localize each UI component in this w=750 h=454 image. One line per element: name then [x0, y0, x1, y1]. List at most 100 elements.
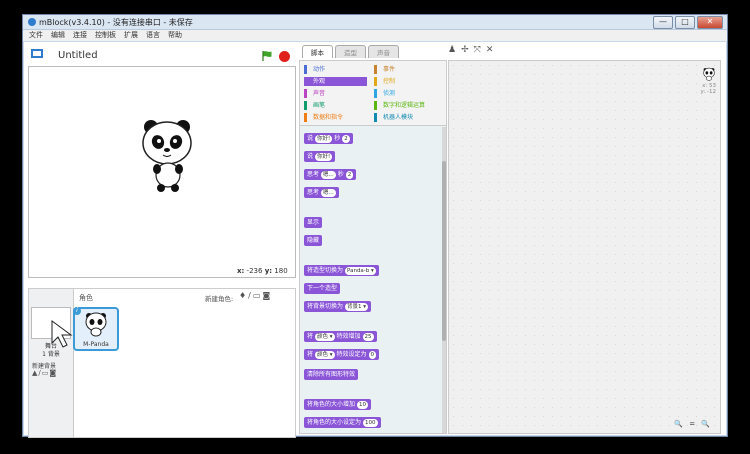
block-text: 将 [307, 333, 314, 340]
sprite-card[interactable]: i M-Panda [73, 307, 119, 351]
block-input[interactable]: 嗯... [321, 170, 336, 179]
block-number-input[interactable]: 0 [368, 350, 377, 359]
tab-costumes[interactable]: 造型 [335, 45, 366, 58]
project-title[interactable]: Untitled [58, 50, 98, 61]
sprite-name: M-Panda [83, 341, 109, 348]
block-input[interactable]: 颜色 ▾ [315, 350, 335, 359]
stage-canvas[interactable] [28, 66, 296, 278]
block-text: 思考 [307, 189, 320, 196]
upload-sprite-icon[interactable]: ▭ [253, 291, 263, 300]
sprite-pane: 舞台 1 背景 新建背景 ▲/▭◙ 角色 新建角色: ♦/▭◙ i M-Pand… [28, 288, 296, 438]
block-text: 显示 [307, 219, 320, 226]
block-text: 特效增加 [336, 333, 361, 340]
new-sprite-icons: ♦/▭◙ [239, 291, 272, 300]
looks-block[interactable]: 下一个造型 [304, 283, 341, 294]
looks-block[interactable]: 清除所有图形特效 [304, 369, 359, 380]
block-input[interactable]: 嗯... [321, 188, 336, 197]
category-item[interactable]: 数字和逻辑运算 [374, 101, 425, 110]
looks-block[interactable]: 思考 嗯... [304, 187, 339, 198]
category-item[interactable]: 数据和指令 [304, 113, 343, 122]
info-icon[interactable]: i [73, 307, 81, 315]
looks-block[interactable]: 将角色的大小设定为 100 [304, 417, 381, 428]
fullscreen-icon[interactable] [31, 49, 43, 58]
minimize-button[interactable]: — [653, 16, 673, 29]
block-input[interactable]: Panda-b ▾ [345, 266, 376, 275]
block-input[interactable]: 你好! [315, 152, 333, 161]
script-area[interactable]: x: 53 y: -12 🔍 = 🔍 [448, 60, 721, 434]
stop-icon[interactable] [279, 51, 290, 62]
category-item[interactable]: 机器人模块 [374, 113, 413, 122]
category-list: 动作 事件 外观 控制声音 侦测画笔 数字和逻辑运算数据和指令 机器人模块 [300, 61, 446, 126]
current-sprite-info: x: 53 y: -12 [698, 67, 716, 101]
block-number-input[interactable]: 100 [363, 418, 378, 427]
maximize-button[interactable]: □ [675, 16, 695, 29]
palette-scrollbar[interactable] [442, 127, 446, 433]
camera-icon[interactable]: ◙ [49, 369, 57, 377]
block-text: 说 [307, 153, 314, 160]
main-content: Untitled x: -236 y: 180 舞台 1 背景 新建背景 ▲/▭… [24, 42, 726, 438]
y-label: y: [264, 267, 273, 275]
block-text: 将背景切换为 [307, 303, 344, 310]
close-button[interactable]: ✕ [697, 16, 723, 29]
stamp-icon[interactable]: ♟ [448, 45, 461, 55]
block-number-input[interactable]: 10 [357, 400, 369, 409]
shrink-icon[interactable]: ✕ [486, 45, 499, 55]
cut-icon[interactable]: ✢ [461, 45, 474, 55]
camera-sprite-icon[interactable]: ◙ [262, 291, 272, 300]
tab-scripts[interactable]: 脚本 [302, 45, 333, 58]
stage-coordinates: x: -236 y: 180 [237, 267, 288, 275]
block-number-input[interactable]: 2 [342, 134, 350, 143]
looks-block[interactable]: 将背景切换为 背景1 ▾ [304, 301, 372, 312]
block-text: 将 [307, 351, 314, 358]
block-number-input[interactable]: 25 [362, 332, 374, 341]
grow-icon[interactable]: ⤧ [474, 45, 486, 55]
panda-sprite-icon[interactable] [137, 117, 197, 195]
menu-language[interactable]: 语言 [146, 30, 160, 41]
menu-extensions[interactable]: 扩展 [124, 30, 138, 41]
category-item[interactable]: 外观 [304, 77, 367, 86]
stage-column: 舞台 1 背景 新建背景 ▲/▭◙ [29, 289, 74, 437]
sprite-library-icon[interactable]: ♦ [239, 291, 248, 300]
menu-help[interactable]: 帮助 [168, 30, 182, 41]
block-input[interactable]: 颜色 ▾ [315, 332, 335, 341]
looks-block[interactable]: 隐藏 [304, 235, 323, 246]
x-value: -236 [246, 267, 263, 275]
menu-board[interactable]: 控制板 [95, 30, 116, 41]
menu-file[interactable]: 文件 [29, 30, 43, 41]
category-item[interactable]: 控制 [374, 77, 395, 86]
looks-block[interactable]: 将颜色 ▾ 特效设定为 0 [304, 349, 380, 360]
block-number-input[interactable]: 2 [345, 170, 354, 179]
new-sprite-label: 新建角色: [205, 295, 234, 303]
looks-block[interactable]: 思考 嗯... 秒 2 [304, 169, 357, 180]
tab-sounds[interactable]: 声音 [368, 45, 399, 58]
block-input[interactable]: 你好! [315, 134, 333, 143]
category-item[interactable]: 侦测 [374, 89, 395, 98]
window-title: mBlock(v3.4.10) - 没有连接串口 - 未保存 [39, 18, 193, 27]
mouse-cursor-icon [51, 320, 73, 348]
zoom-controls[interactable]: 🔍 = 🔍 [674, 420, 712, 428]
app-window: mBlock(v3.4.10) - 没有连接串口 - 未保存 — □ ✕ 文件 … [22, 14, 728, 438]
menu-bar: 文件 编辑 连接 控制板 扩展 语言 帮助 [23, 30, 727, 41]
menu-edit[interactable]: 编辑 [51, 30, 65, 41]
sprite-y: y: -12 [700, 89, 716, 95]
sprite-tools: ♟✢⤧✕ [448, 45, 498, 55]
green-flag-icon[interactable] [261, 50, 273, 62]
category-item[interactable]: 动作 [304, 65, 325, 74]
looks-block[interactable]: 说你好! [304, 151, 336, 162]
block-text: 特效设定为 [336, 351, 367, 358]
menu-connect[interactable]: 连接 [73, 30, 87, 41]
looks-block[interactable]: 将造型切换为 Panda-b ▾ [304, 265, 379, 276]
category-item[interactable]: 声音 [304, 89, 325, 98]
looks-block[interactable]: 说你好! 秒 2 [304, 133, 353, 144]
x-label: x: [237, 267, 245, 275]
looks-block[interactable]: 将颜色 ▾ 特效增加 25 [304, 331, 377, 342]
looks-block[interactable]: 将角色的大小增加 10 [304, 399, 372, 410]
block-input[interactable]: 背景1 ▾ [345, 302, 369, 311]
block-text: 下一个造型 [307, 285, 338, 292]
looks-block[interactable]: 显示 [304, 217, 323, 228]
scroll-thumb[interactable] [442, 161, 446, 341]
category-item[interactable]: 画笔 [304, 101, 325, 110]
block-text: 将造型切换为 [307, 267, 344, 274]
sprites-header: 角色 [79, 294, 93, 302]
category-item[interactable]: 事件 [374, 65, 395, 74]
